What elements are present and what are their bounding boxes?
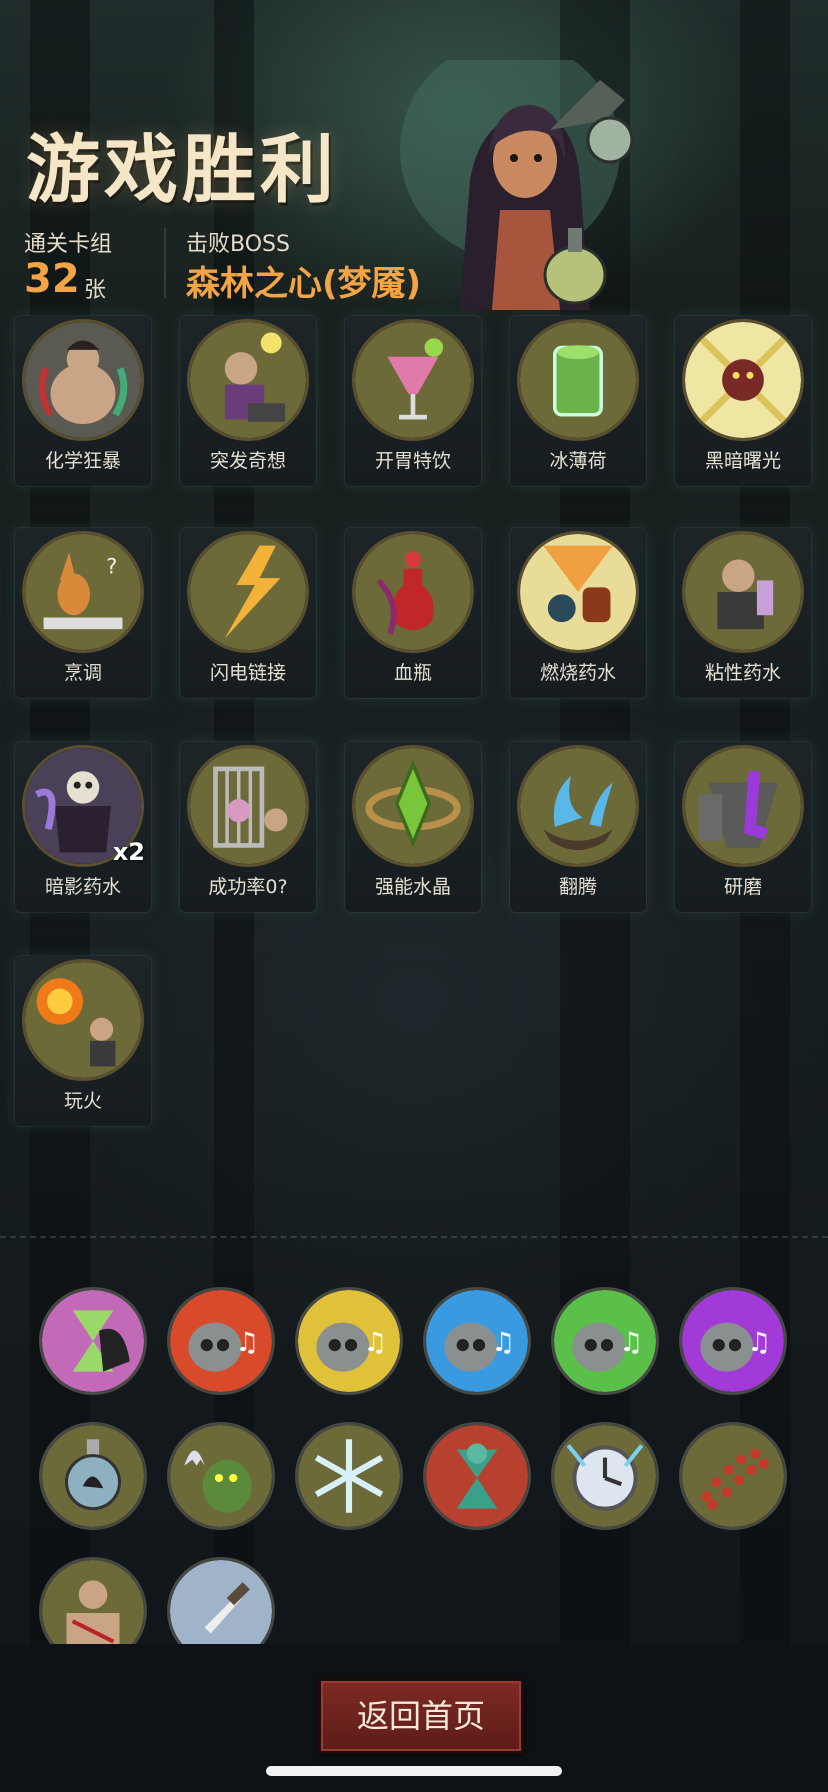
deck-card[interactable]: 突发奇想 <box>180 316 316 486</box>
power-crystal-icon <box>355 748 471 864</box>
card-name: 血瓶 <box>393 662 432 684</box>
card-name: 研磨 <box>723 876 762 898</box>
svg-text:♫: ♫ <box>235 1327 259 1358</box>
chemical-rage-icon <box>25 322 141 438</box>
lightning-link-icon <box>190 534 306 650</box>
red-music-skull-relic-icon[interactable]: ♫ <box>170 1290 272 1392</box>
deck-label: 通关卡组 <box>24 232 113 257</box>
play-fire-icon <box>25 962 141 1078</box>
card-name: 翻腾 <box>558 876 597 898</box>
cooking-icon: ? <box>25 534 141 650</box>
grinding-icon <box>685 748 801 864</box>
card-name: 成功率0? <box>208 876 288 898</box>
deck-card[interactable]: 黑暗曙光 <box>675 316 811 486</box>
potion-flask-relic-icon[interactable] <box>42 1425 144 1527</box>
svg-text:?: ? <box>106 554 117 578</box>
svg-text:♫: ♫ <box>747 1327 771 1358</box>
card-name: 强能水晶 <box>374 876 451 898</box>
card-name: 化学狂暴 <box>44 450 121 472</box>
victory-header: 游戏胜利 通关卡组 32 张 击败BOSS 森林之心(梦魇) <box>0 0 828 316</box>
sudden-idea-icon <box>190 322 306 438</box>
deck-card[interactable]: 强能水晶 <box>345 742 481 912</box>
card-count-badge: x2 <box>112 838 145 866</box>
svg-text:♫: ♫ <box>363 1327 387 1358</box>
deck-card[interactable]: 血瓶 <box>345 528 481 698</box>
alchemist-character-illustration <box>400 60 634 310</box>
sticky-potion-icon <box>685 534 801 650</box>
ice-mint-icon <box>520 322 636 438</box>
card-name: 暗影药水 <box>44 876 121 898</box>
green-music-skull-relic-icon[interactable]: ♫ <box>554 1290 656 1392</box>
deck-card[interactable]: 成功率0? <box>180 742 316 912</box>
home-indicator <box>266 1766 562 1776</box>
svg-text:♫: ♫ <box>491 1327 515 1358</box>
burning-potion-icon <box>520 534 636 650</box>
return-home-button[interactable]: 返回首页 <box>318 1678 524 1754</box>
blue-music-skull-relic-icon[interactable]: ♫ <box>426 1290 528 1392</box>
card-name: 突发奇想 <box>209 450 286 472</box>
card-name: 粘性药水 <box>704 662 781 684</box>
horned-hourglass-relic-icon[interactable] <box>426 1425 528 1527</box>
section-divider <box>0 1236 828 1238</box>
card-name: 冰薄荷 <box>549 450 607 472</box>
deck-card[interactable]: 燃烧药水 <box>510 528 646 698</box>
svg-text:♫: ♫ <box>619 1327 643 1358</box>
snowflake-relic-icon[interactable] <box>298 1425 400 1527</box>
card-name: 玩火 <box>63 1090 102 1112</box>
card-name: 烹调 <box>63 662 102 684</box>
deck-card[interactable]: ? 烹调 <box>15 528 151 698</box>
ghost-ogre-relic-icon[interactable] <box>170 1425 272 1527</box>
deck-card[interactable]: 冰薄荷 <box>510 316 646 486</box>
card-name: 黑暗曙光 <box>704 450 781 472</box>
hourglass-relic-icon[interactable] <box>42 1290 144 1392</box>
deck-count-unit: 张 <box>84 278 107 303</box>
deck-card[interactable]: 暗影药水 x2 <box>15 742 151 912</box>
yellow-music-skull-relic-icon[interactable]: ♫ <box>298 1290 400 1392</box>
card-name: 燃烧药水 <box>539 662 616 684</box>
deck-card[interactable]: 闪电链接 <box>180 528 316 698</box>
blood-bottle-icon <box>355 534 471 650</box>
deck-card[interactable]: 开胃特饮 <box>345 316 481 486</box>
deck-count: 32 <box>24 256 80 302</box>
appetizer-drink-icon <box>355 322 471 438</box>
dna-helix-relic-icon[interactable] <box>682 1425 784 1527</box>
deck-card[interactable]: 粘性药水 <box>675 528 811 698</box>
churning-icon <box>520 748 636 864</box>
dark-dawn-icon <box>685 322 801 438</box>
deck-card[interactable]: 研磨 <box>675 742 811 912</box>
boss-label: 击败BOSS <box>186 232 290 257</box>
card-name: 闪电链接 <box>209 662 286 684</box>
victory-title: 游戏胜利 <box>26 127 338 213</box>
stat-divider <box>164 228 166 298</box>
deck-card[interactable]: 玩火 <box>15 956 151 1126</box>
clock-relic-icon[interactable] <box>554 1425 656 1527</box>
boss-name: 森林之心(梦魇) <box>186 264 422 304</box>
deck-card[interactable]: 化学狂暴 <box>15 316 151 486</box>
success-rate-icon <box>190 748 306 864</box>
deck-card[interactable]: 翻腾 <box>510 742 646 912</box>
purple-music-skull-relic-icon[interactable]: ♫ <box>682 1290 784 1392</box>
card-name: 开胃特饮 <box>374 450 451 472</box>
